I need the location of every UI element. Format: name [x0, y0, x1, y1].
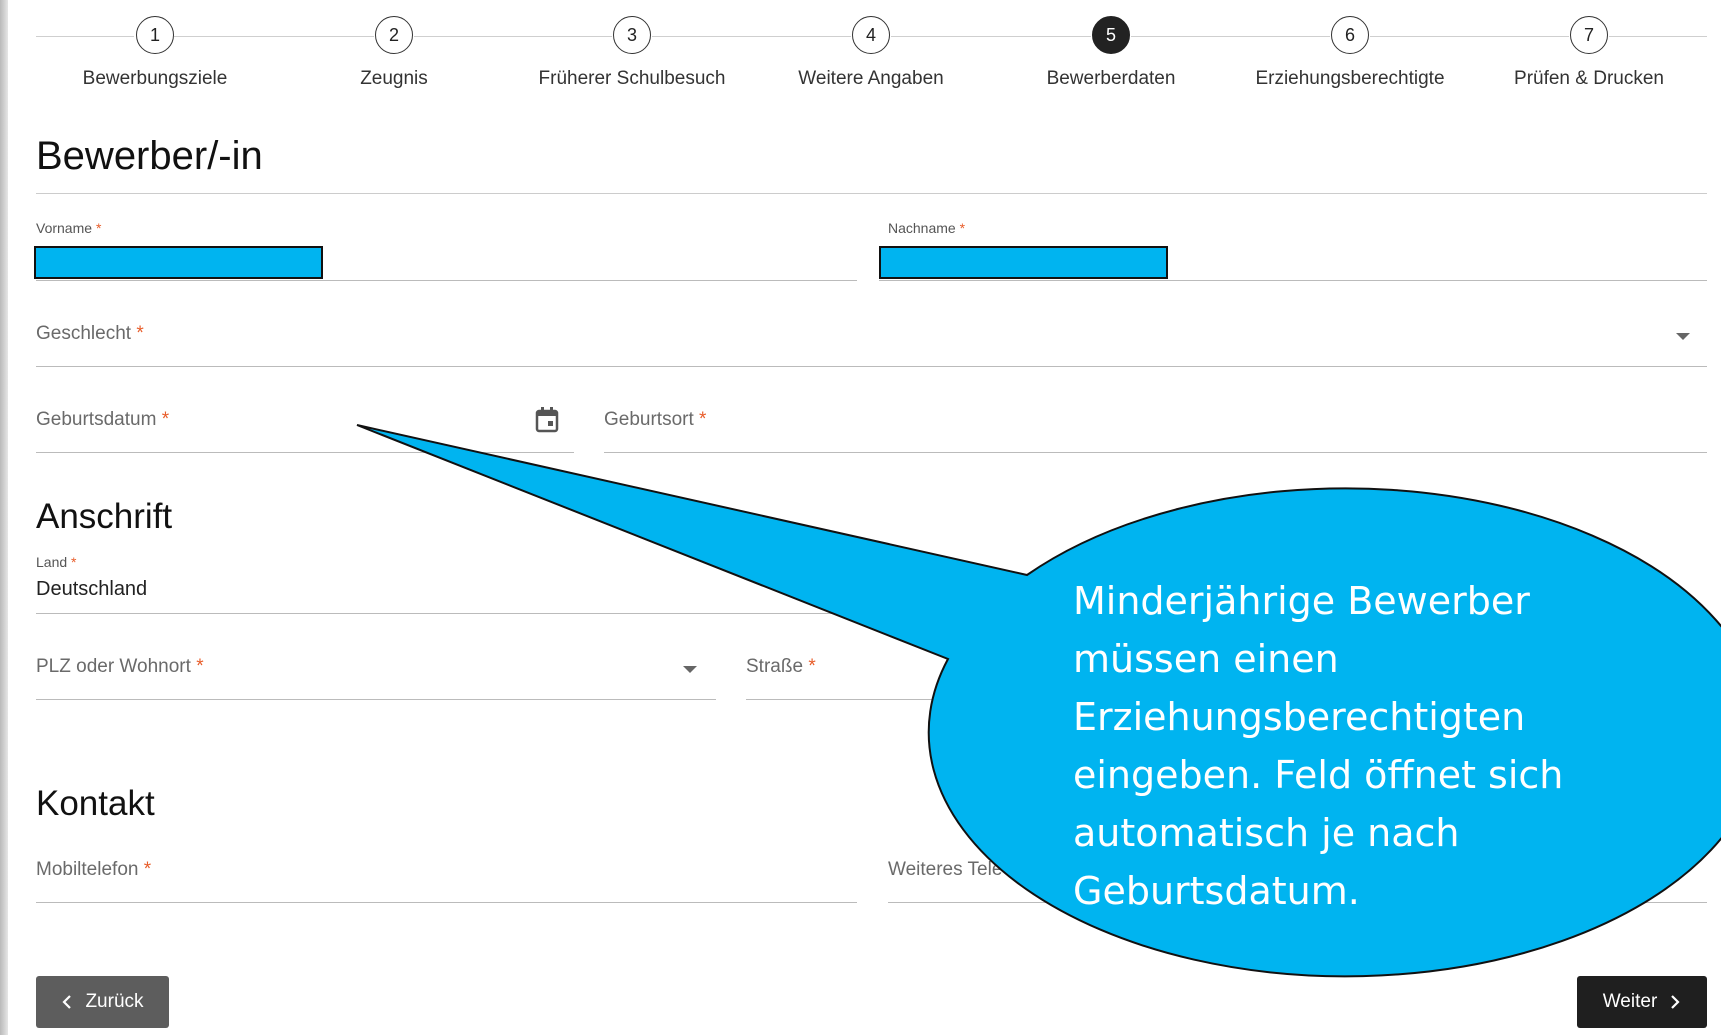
callout-line: Geburtsdatum. — [1073, 869, 1360, 913]
callout-line: automatisch je nach — [1073, 811, 1460, 855]
callout-line: eingeben. Feld öffnet sich — [1073, 753, 1564, 797]
callout-line: Minderjährige Bewerber — [1073, 579, 1530, 623]
callout-text: Minderjährige Bewerber müssen einen Erzi… — [1073, 572, 1633, 920]
callout-line: Erziehungsberechtigten — [1073, 695, 1526, 739]
callout-line: müssen einen — [1073, 637, 1339, 681]
